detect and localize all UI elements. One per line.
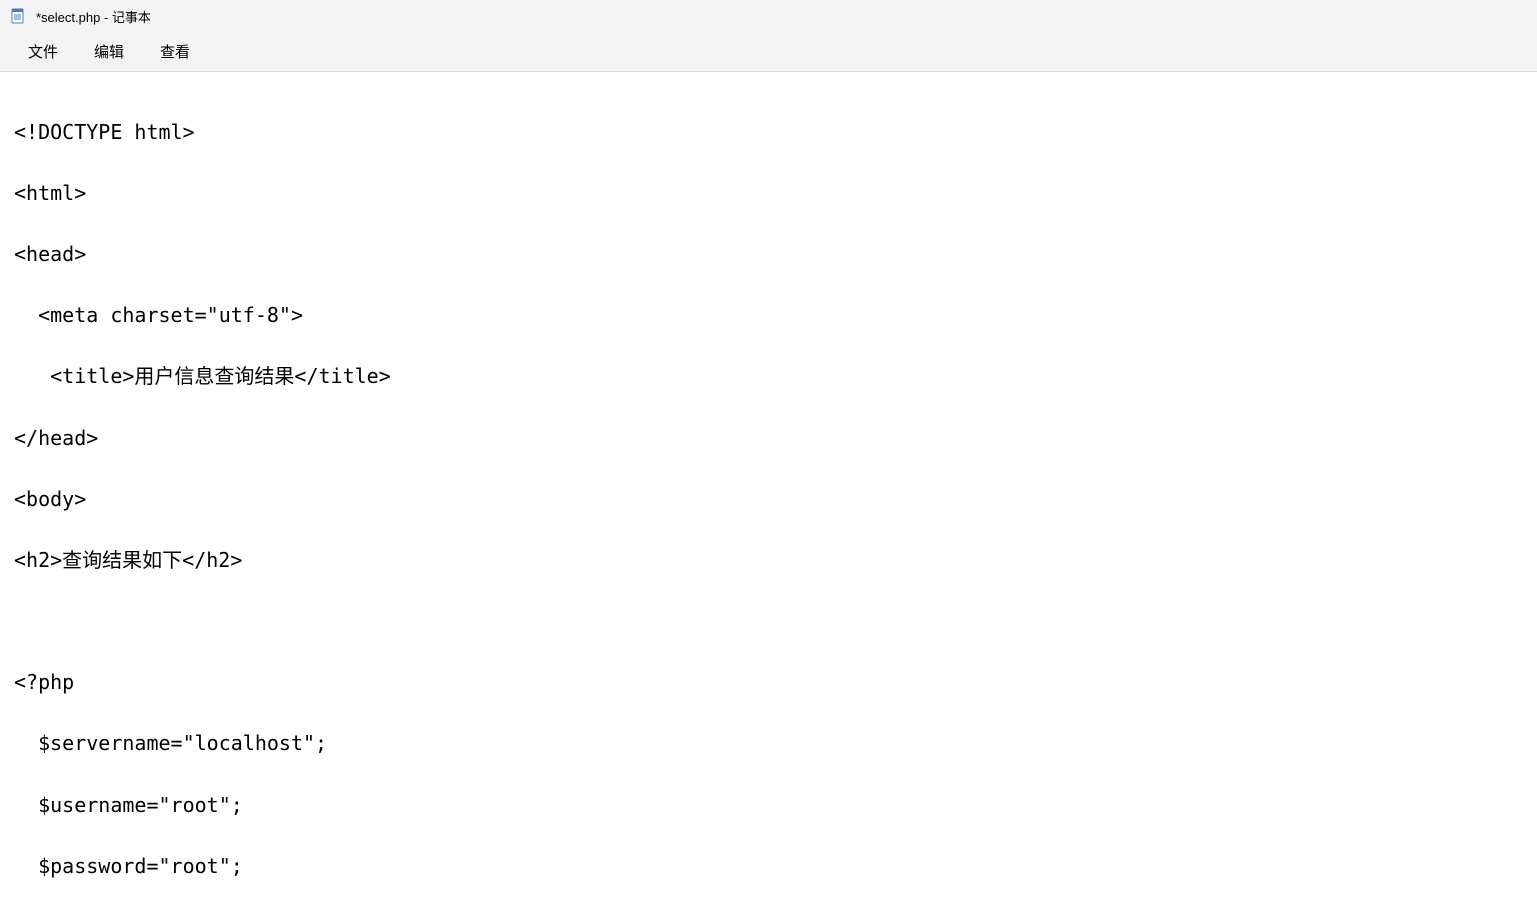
code-line: <h2>查询结果如下</h2> (14, 545, 1523, 576)
code-line: </head> (14, 423, 1523, 454)
code-line: <meta charset="utf-8"> (14, 300, 1523, 331)
window-title: *select.php - 记事本 (36, 7, 151, 26)
code-line: <html> (14, 178, 1523, 209)
text-editor[interactable]: <!DOCTYPE html> <html> <head> <meta char… (0, 72, 1537, 918)
code-line: <?php (14, 667, 1523, 698)
menu-view[interactable]: 查看 (142, 35, 208, 68)
code-line: $username="root"; (14, 790, 1523, 821)
window-titlebar: *select.php - 记事本 (0, 0, 1537, 32)
code-line: $mydb="music"; (14, 912, 1523, 918)
menubar: 文件 编辑 查看 (0, 32, 1537, 72)
notepad-icon (10, 8, 26, 24)
code-line: $servername="localhost"; (14, 728, 1523, 759)
code-line: <!DOCTYPE html> (14, 117, 1523, 148)
code-line: <head> (14, 239, 1523, 270)
menu-edit[interactable]: 编辑 (76, 35, 142, 68)
code-line: <title>用户信息查询结果</title> (14, 361, 1523, 392)
code-line: <body> (14, 484, 1523, 515)
code-line: $password="root"; (14, 851, 1523, 882)
code-line (14, 606, 1523, 637)
menu-file[interactable]: 文件 (10, 35, 76, 68)
